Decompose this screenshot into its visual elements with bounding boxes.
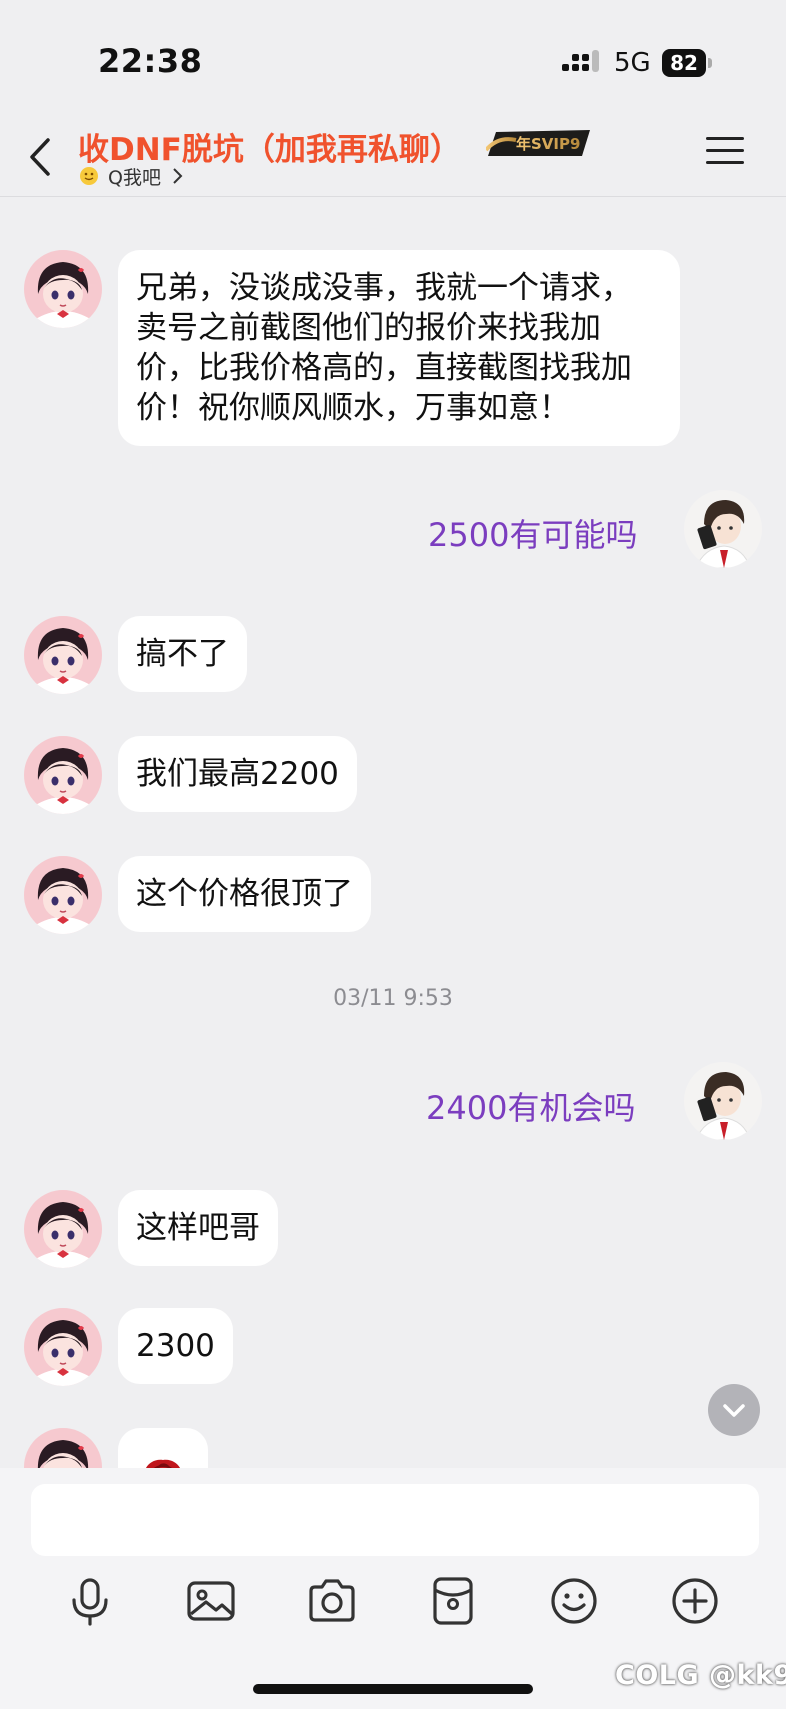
home-indicator[interactable] — [253, 1684, 533, 1694]
chevron-down-icon — [723, 1404, 745, 1417]
message-bubble[interactable]: 兄弟，没谈成没事，我就一个请求，卖号之前截图他们的报价来找我加价，比我价格高的，… — [118, 250, 680, 446]
contact-avatar[interactable] — [24, 1190, 102, 1268]
group-link-label: Q我吧 — [108, 166, 161, 189]
my-avatar[interactable] — [684, 490, 762, 568]
message-bubble[interactable]: 搞不了 — [118, 616, 247, 692]
svip-badge-icon: 年SVIP9 — [486, 130, 590, 156]
contact-avatar[interactable] — [24, 1428, 102, 1468]
network-type: 5G — [614, 48, 651, 78]
my-avatar[interactable] — [684, 1062, 762, 1140]
composer: COLG @kk9 — [0, 1468, 786, 1709]
rose-icon — [146, 1459, 180, 1468]
status-time: 22:38 — [98, 42, 203, 80]
menu-icon[interactable] — [706, 134, 744, 168]
message-list[interactable]: 兄弟，没谈成没事，我就一个请求，卖号之前截图他们的报价来找我加价，比我价格高的，… — [0, 196, 786, 1468]
contact-avatar[interactable] — [24, 616, 102, 694]
contact-avatar[interactable] — [24, 856, 102, 934]
back-arrow-icon[interactable] — [26, 132, 56, 182]
message-bubble[interactable]: 我们最高2200 — [118, 736, 357, 812]
contact-avatar[interactable] — [24, 250, 102, 328]
chat-header: 收DNF脱坑（加我再私聊） 年SVIP9 Q我吧 — [0, 120, 786, 197]
signal-icon — [562, 50, 599, 72]
watermark: COLG @kk9 — [615, 1660, 786, 1691]
scroll-to-bottom-button[interactable] — [708, 1384, 760, 1436]
image-icon[interactable] — [184, 1574, 238, 1628]
outgoing-message[interactable]: 2400有机会吗 — [426, 1083, 635, 1129]
message-timestamp: 03/11 9:53 — [333, 986, 453, 1011]
status-bar: 22:38 5G 82 — [0, 0, 786, 120]
camera-icon[interactable] — [305, 1574, 359, 1628]
red-packet-icon[interactable] — [426, 1574, 480, 1628]
message-bubble[interactable]: 这个价格很顶了 — [118, 856, 371, 932]
contact-avatar[interactable] — [24, 1308, 102, 1386]
message-bubble[interactable] — [118, 1428, 208, 1468]
message-input[interactable] — [31, 1484, 759, 1556]
group-link[interactable]: Q我吧 — [80, 162, 183, 190]
battery-icon: 82 — [662, 49, 714, 77]
svip-badge-text: 年SVIP9 — [516, 135, 580, 153]
message-bubble[interactable]: 2300 — [118, 1308, 233, 1384]
emoji-icon[interactable] — [547, 1574, 601, 1628]
chevron-right-icon — [173, 168, 183, 184]
message-bubble[interactable]: 这样吧哥 — [118, 1190, 278, 1266]
outgoing-message[interactable]: 2500有可能吗 — [428, 510, 637, 556]
smiley-icon — [80, 167, 98, 185]
plus-icon[interactable] — [668, 1574, 722, 1628]
contact-avatar[interactable] — [24, 736, 102, 814]
microphone-icon[interactable] — [63, 1574, 117, 1628]
battery-level: 82 — [662, 49, 706, 77]
